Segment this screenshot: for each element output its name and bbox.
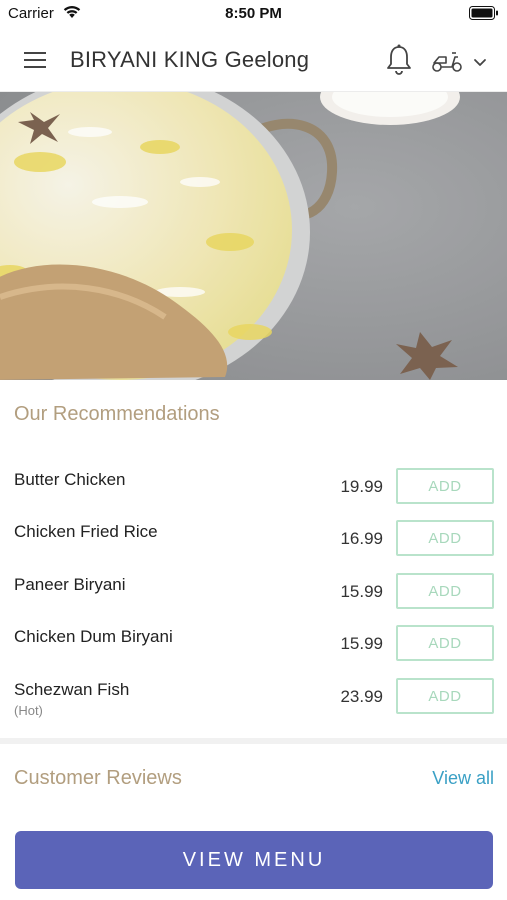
hero-food-image xyxy=(0,92,507,380)
view-all-reviews-link[interactable]: View all xyxy=(432,768,494,789)
app-header: BIRYANI KING Geelong xyxy=(0,28,507,92)
list-item: Chicken Dum Biryani 15.99 ADD xyxy=(0,617,507,669)
item-price: 23.99 xyxy=(340,687,383,706)
list-item: Paneer Biryani 15.99 ADD xyxy=(0,565,507,617)
add-button[interactable]: ADD xyxy=(396,573,494,609)
list-item: Chicken Fried Rice 16.99 ADD xyxy=(0,512,507,564)
list-item: Schezwan Fish (Hot) 23.99 ADD xyxy=(0,670,507,722)
add-button[interactable]: ADD xyxy=(396,625,494,661)
chevron-down-icon[interactable] xyxy=(470,52,490,72)
list-item: Butter Chicken 19.99 ADD xyxy=(0,460,507,512)
item-price: 15.99 xyxy=(340,634,383,653)
item-name: Schezwan Fish xyxy=(14,680,130,699)
add-button[interactable]: ADD xyxy=(396,468,494,504)
battery-icon xyxy=(469,6,498,20)
section-divider xyxy=(0,738,507,744)
reviews-heading: Customer Reviews xyxy=(14,767,182,789)
item-price: 15.99 xyxy=(340,582,383,601)
item-price: 19.99 xyxy=(340,477,383,496)
status-time: 8:50 PM xyxy=(225,5,282,22)
hamburger-menu-icon[interactable] xyxy=(20,48,50,72)
view-menu-button[interactable]: VIEW MENU xyxy=(15,831,493,889)
delivery-scooter-icon[interactable] xyxy=(430,48,464,74)
restaurant-title: BIRYANI KING Geelong xyxy=(70,47,310,72)
notification-bell-icon[interactable] xyxy=(384,43,414,77)
item-name: Chicken Fried Rice xyxy=(14,522,158,541)
item-price: 16.99 xyxy=(340,529,383,548)
add-button[interactable]: ADD xyxy=(396,520,494,556)
status-bar: Carrier 8:50 PM xyxy=(0,0,507,28)
recommendations-heading: Our Recommendations xyxy=(14,403,220,425)
item-name: Paneer Biryani xyxy=(14,575,126,594)
item-name: Chicken Dum Biryani xyxy=(14,627,173,646)
biryani-photo xyxy=(0,92,507,380)
item-note: (Hot) xyxy=(14,703,43,718)
item-name: Butter Chicken xyxy=(14,470,126,489)
add-button[interactable]: ADD xyxy=(396,678,494,714)
